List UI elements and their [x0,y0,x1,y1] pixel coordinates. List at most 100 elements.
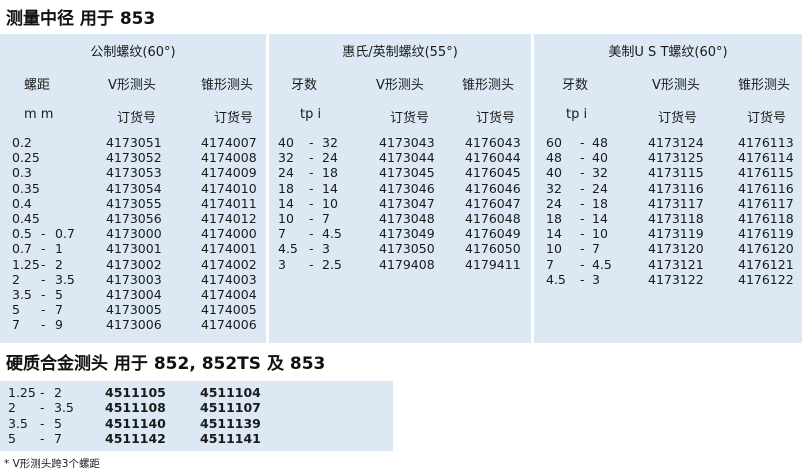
table-row: 0.3 4173053 4174009 [0,165,266,180]
range-to: 14 [322,180,338,196]
cone-probe-order-no: 4174008 [201,150,257,166]
cone-probe-order-no: 4176116 [738,180,794,196]
range-dash: - [580,165,585,181]
table-row: 3.5-5 4173004 4174004 [0,287,266,302]
v-probe-order-no: 4173121 [648,256,704,272]
v-probe-order-no: 4173052 [106,150,162,166]
cone-probe-order-no: 4176047 [465,195,521,211]
range-from: 1.25 [8,385,36,400]
range-dash: - [40,385,45,400]
v-probe-order-no: 4173047 [379,195,435,211]
v-probe-order-no: 4173118 [648,210,704,226]
cone-probe-order-no: 4176117 [738,195,794,211]
cone-probe-order-no: 4511141 [200,430,261,446]
v-probe-order-no: 4173124 [648,135,704,150]
range-to: 7 [592,241,600,257]
range-from: 32 [546,180,562,196]
range-to: 18 [322,165,338,181]
range-to: 3 [592,271,600,287]
cone-probe-order-no: 4176114 [738,150,794,166]
v-probe-order-no: 4173001 [106,241,162,257]
metric-col-pitch-unit: m m [24,107,54,122]
cone-probe-order-no: 4174002 [201,256,257,272]
cone-probe-order-no: 4174005 [201,302,257,318]
v-probe-order-no: 4173045 [379,165,435,181]
cone-probe-order-no: 4176120 [738,241,794,257]
v-probe-order-no: 4173051 [106,135,162,150]
v-probe-order-no: 4511140 [105,415,166,431]
cone-probe-order-no: 4174009 [201,165,257,181]
metric-col-pitch-header: 螺距 [24,78,51,93]
range-dash: - [41,256,46,272]
cone-probe-order-no: 4174011 [201,195,257,211]
table-row: 2 -3.5 4173003 4174003 [0,272,266,287]
table-row: 0.45 4173056 4174012 [0,211,266,226]
range-dash: - [580,195,585,211]
table-row: 5 -7 4173005 4174005 [0,302,266,317]
cone-probe-order-no: 4176045 [465,165,521,181]
table-row: 32 -24 4173116 4176116 [534,181,802,196]
table-row: 7 -4.5 4173121 4176121 [534,257,802,272]
range-from: 0.45 [12,210,40,226]
range-from: 40 [278,135,294,150]
v-probe-order-no: 4173000 [106,226,162,242]
range-dash: - [309,195,314,211]
range-dash: - [309,241,314,257]
range-dash: - [41,286,46,302]
v-probe-order-no: 4173046 [379,180,435,196]
table-row: 0.25 4173052 4174008 [0,150,266,165]
range-to: 2.5 [322,256,342,272]
range-dash: - [40,430,45,446]
table-row: 18 -14 4173118 4176118 [534,211,802,226]
table-row: 1.25-2 4173002 4174002 [0,257,266,272]
metric-rows: 0.2 4173051 4174007 0.25 4173052 4174008 0.3 41… [0,135,266,332]
cone-probe-order-no: 4176113 [738,135,794,150]
range-to: 4.5 [322,226,342,242]
range-dash: - [309,150,314,166]
metric-heading: 公制螺纹(60°) [90,45,176,60]
whitworth-heading: 惠氏/英制螺纹(55°) [342,45,458,60]
range-to: 3 [322,241,330,257]
range-from: 3.5 [12,286,32,302]
range-from: 4.5 [278,241,298,257]
cone-probe-order-no: 4176043 [465,135,521,150]
cone-probe-order-no: 4179411 [465,256,521,272]
range-to: 7 [54,430,62,446]
range-from: 7 [546,256,554,272]
table-row: 7 -9 4173006 4174006 [0,317,266,332]
range-dash: - [580,180,585,196]
range-from: 0.7 [12,241,32,257]
v-probe-order-no: 4511142 [105,430,166,446]
table-row: 18-14 4173046 4176046 [269,181,531,196]
table-row: 0.2 4173051 4174007 [0,135,266,150]
range-from: 14 [278,195,294,211]
range-from: 24 [546,195,562,211]
table-row: 0.4 4173055 4174011 [0,196,266,211]
range-from: 4.5 [546,271,566,287]
range-to: 9 [55,317,63,333]
range-from: 10 [546,241,562,257]
ust-rows: 60-48 4173124 4176113 48-40 4173125 4176114 40… [534,135,802,287]
cone-probe-order-no: 4176119 [738,226,794,242]
v-probe-order-no: 4173125 [648,150,704,166]
metric-col-v-header: V形测头 [108,78,156,93]
ust-thread-panel: 美制U S T螺纹(60°) 牙数 tp i V形测头 订货号 锥形测头 订货号… [534,34,802,343]
v-probe-order-no: 4173120 [648,241,704,257]
table-row: 1.25-2 4511105 4511104 [0,385,393,400]
ust-col-cone-header: 锥形测头 [738,78,791,93]
range-from: 18 [278,180,294,196]
range-dash: - [580,226,585,242]
carbide-rows: 1.25-2 4511105 4511104 2-3.5 4511108 4511107 3… [0,385,393,446]
v-probe-order-no: 4173006 [106,317,162,333]
table-row: 10-7 4173048 4176048 [269,211,531,226]
ust-col-v-order: 订货号 [658,111,698,126]
cone-probe-order-no: 4174001 [201,241,257,257]
cone-probe-order-no: 4174006 [201,317,257,333]
range-dash: - [580,135,585,150]
range-to: 5 [54,415,62,431]
cone-probe-order-no: 4176048 [465,210,521,226]
ust-heading: 美制U S T螺纹(60°) [608,45,728,60]
table-row: 0.7-1 4173001 4174001 [0,241,266,256]
cone-probe-order-no: 4511104 [200,385,261,400]
range-dash: - [309,165,314,181]
